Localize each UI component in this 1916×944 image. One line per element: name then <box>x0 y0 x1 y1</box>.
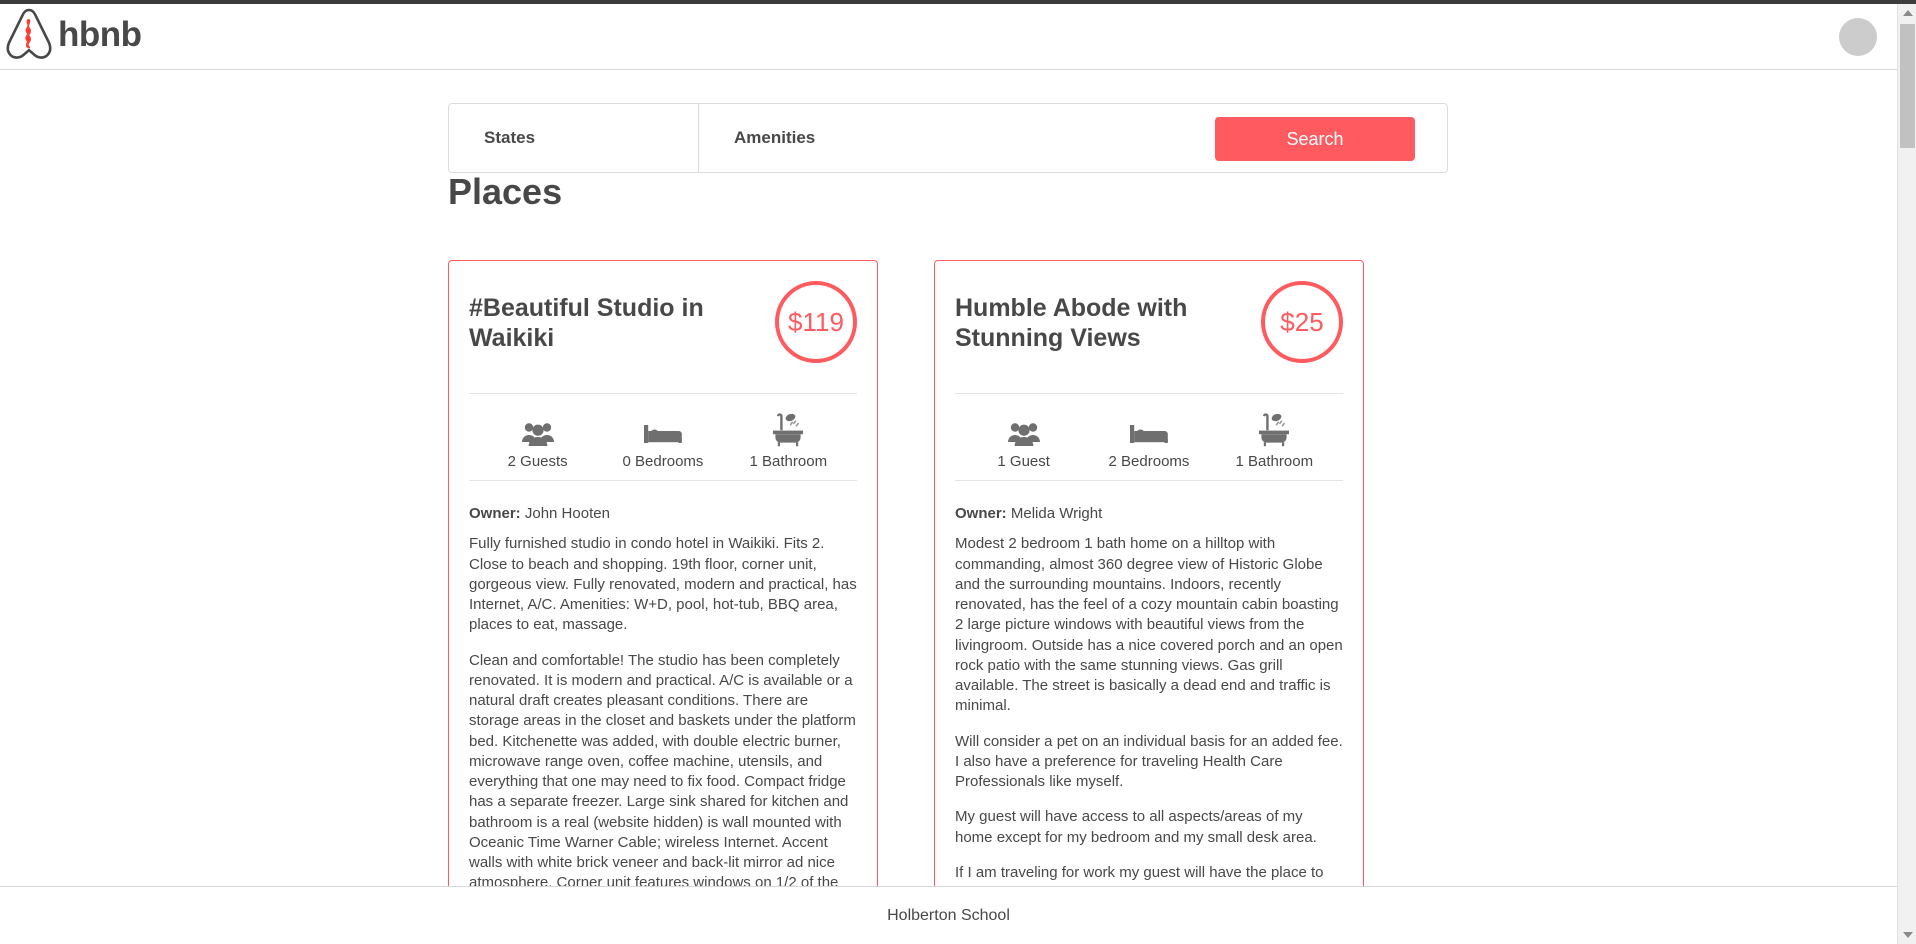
place-card[interactable]: #Beautiful Studio in Waikiki $119 2 Gues… <box>448 259 878 944</box>
place-title: Humble Abode with Stunning Views <box>955 293 1188 352</box>
place-owner: Owner: John Hooten <box>469 503 857 525</box>
site-header: hbnb <box>0 4 1897 70</box>
filters-wrapper: States Amenities Search <box>0 70 1897 173</box>
search-button[interactable]: Search <box>1215 117 1415 161</box>
info-bedrooms: 0 Bedrooms <box>608 409 718 480</box>
hbnb-belo-logo-icon <box>6 7 52 65</box>
scroll-up-arrow-icon[interactable] <box>1898 4 1916 22</box>
bathtub-icon <box>1219 409 1329 447</box>
info-bathrooms-label: 1 Bathroom <box>749 452 828 470</box>
avatar[interactable] <box>1839 18 1877 56</box>
guests-icon <box>969 409 1079 447</box>
scroll-down-arrow-icon[interactable] <box>1898 926 1916 944</box>
places-grid: #Beautiful Studio in Waikiki $119 2 Gues… <box>448 259 1897 944</box>
site-footer: Holberton School <box>0 886 1897 944</box>
info-guests-label: 2 Guests <box>507 452 568 470</box>
place-description-paragraph: Modest 2 bedroom 1 bath home on a hillto… <box>955 535 1343 715</box>
info-bedrooms-label: 2 Bedrooms <box>1108 452 1190 470</box>
filter-states[interactable]: States <box>449 104 699 172</box>
bathtub-icon <box>733 409 843 447</box>
page-scrollbar[interactable] <box>1897 4 1916 944</box>
place-description-paragraph: Will consider a pet on an individual bas… <box>955 732 1343 791</box>
place-description-paragraph: Clean and comfortable! The studio has be… <box>469 651 856 912</box>
place-card-header: Humble Abode with Stunning Views $25 <box>955 279 1343 371</box>
site-logo-text: hbnb <box>58 14 142 54</box>
bed-icon <box>608 409 718 447</box>
page-viewport: hbnb States Amenities Search Places #Bea… <box>0 4 1897 944</box>
place-owner-name: Melida Wright <box>1010 504 1103 522</box>
place-owner: Owner: Melida Wright <box>955 503 1343 525</box>
info-guests: 1 Guest <box>969 409 1079 480</box>
filter-states-label: States <box>484 128 536 147</box>
site-logo[interactable]: hbnb <box>6 7 142 65</box>
place-description: Fully furnished studio in condo hotel in… <box>469 534 857 944</box>
filter-amenities-label: Amenities <box>734 128 816 147</box>
guests-icon <box>483 409 593 447</box>
place-owner-label: Owner: <box>955 504 1007 522</box>
place-card[interactable]: Humble Abode with Stunning Views $25 1 G… <box>934 259 1364 944</box>
place-description: Modest 2 bedroom 1 bath home on a hillto… <box>955 534 1343 944</box>
info-bedrooms-label: 0 Bedrooms <box>622 452 704 470</box>
place-description-paragraph: My guest will have access to all aspects… <box>955 808 1317 846</box>
filter-amenities[interactable]: Amenities <box>699 104 1199 172</box>
place-card-header: #Beautiful Studio in Waikiki $119 <box>469 279 857 371</box>
info-guests: 2 Guests <box>483 409 593 480</box>
info-bathrooms: 1 Bathroom <box>733 409 843 480</box>
info-bathrooms: 1 Bathroom <box>1219 409 1329 480</box>
site-footer-text: Holberton School <box>887 906 1010 924</box>
place-owner-label: Owner: <box>469 504 521 522</box>
search-filters: States Amenities Search <box>448 103 1448 173</box>
place-owner-name: John Hooten <box>524 504 610 522</box>
place-description-paragraph: Fully furnished studio in condo hotel in… <box>469 535 857 634</box>
place-information: 1 Guest 2 Bedrooms 1 Bathroom <box>955 392 1343 481</box>
places-section: Places #Beautiful Studio in Waikiki $119 <box>0 172 1897 944</box>
price-badge: $119 <box>775 280 857 363</box>
bed-icon <box>1094 409 1204 447</box>
info-guests-label: 1 Guest <box>997 452 1050 470</box>
place-information: 2 Guests 0 Bedrooms 1 Bathroom <box>469 392 857 481</box>
scrollbar-thumb[interactable] <box>1900 24 1915 148</box>
info-bathrooms-label: 1 Bathroom <box>1235 452 1314 470</box>
price-badge: $25 <box>1261 280 1343 363</box>
info-bedrooms: 2 Bedrooms <box>1094 409 1204 480</box>
page-title: Places <box>448 171 563 212</box>
place-title: #Beautiful Studio in Waikiki <box>469 293 704 352</box>
